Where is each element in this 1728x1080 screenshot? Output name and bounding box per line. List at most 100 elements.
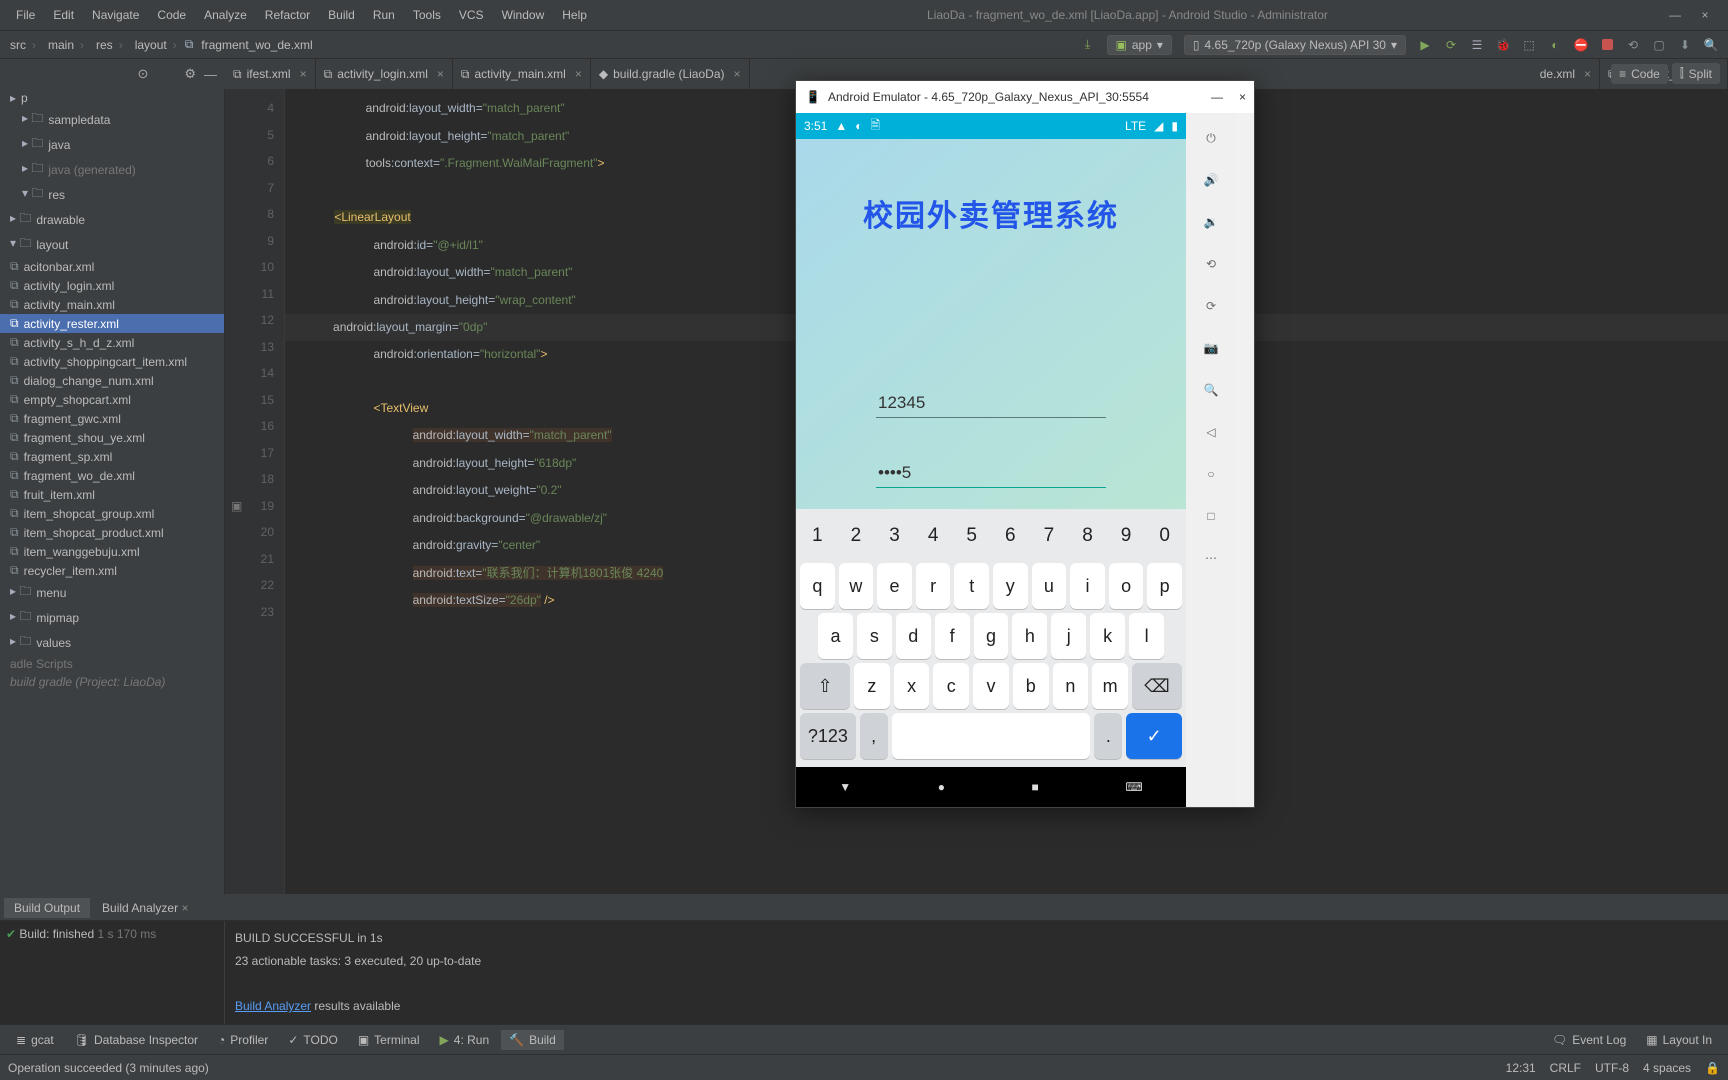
menu-refactor[interactable]: Refactor (257, 5, 318, 25)
tree-item[interactable]: ▸ 🗀menu (0, 580, 224, 605)
key-l[interactable]: l (1129, 613, 1164, 659)
soft-keyboard[interactable]: 1 2 3 4 5 6 7 8 9 0 q w e r t y (796, 509, 1186, 767)
split-mode-button[interactable]: ⫿Split (1672, 63, 1720, 84)
more-icon[interactable]: ⋯ (1200, 547, 1222, 569)
camera-icon[interactable]: 📷 (1200, 337, 1222, 359)
menu-vcs[interactable]: VCS (451, 5, 492, 25)
tree-root[interactable]: ▸p (0, 89, 224, 107)
key-8[interactable]: 8 (1070, 513, 1105, 559)
tab-activity-main[interactable]: ⧉activity_main.xml× (453, 59, 591, 89)
key-a[interactable]: a (818, 613, 853, 659)
key-z[interactable]: z (854, 663, 890, 709)
coverage-icon[interactable]: ⬚ (1518, 34, 1540, 56)
search-icon[interactable]: 🔍 (1700, 34, 1722, 56)
crumb-src[interactable]: src (6, 38, 40, 52)
volume-down-icon[interactable]: 🔉 (1200, 211, 1222, 233)
key-comma[interactable]: , (860, 713, 888, 759)
settings-icon[interactable]: ⚙ (184, 66, 196, 82)
build-console[interactable]: BUILD SUCCESSFUL in 1s 23 actionable tas… (225, 921, 1728, 1024)
emulator-close-button[interactable]: × (1239, 90, 1246, 104)
username-field[interactable]: 12345 (876, 389, 1106, 418)
tree-item[interactable]: ⧉item_shopcat_group.xml (0, 504, 224, 523)
rotate-right-icon[interactable]: ⟳ (1200, 295, 1222, 317)
menu-navigate[interactable]: Navigate (84, 5, 147, 25)
tree-item-selected[interactable]: ⧉activity_rester.xml (0, 314, 224, 333)
key-shift[interactable]: ⇧ (800, 663, 850, 709)
key-b[interactable]: b (1013, 663, 1049, 709)
close-icon[interactable]: × (734, 67, 741, 81)
tool-profiler[interactable]: ◔Profiler (210, 1030, 276, 1050)
crumb-main[interactable]: main (44, 38, 88, 52)
layout-inspector-icon[interactable]: ☰ (1466, 34, 1488, 56)
menu-run[interactable]: Run (365, 5, 403, 25)
run-button-icon[interactable]: ▶ (1414, 34, 1436, 56)
menu-window[interactable]: Window (494, 5, 553, 25)
key-c[interactable]: c (933, 663, 969, 709)
key-f[interactable]: f (935, 613, 970, 659)
project-tree[interactable]: ▸p ▸ 🗀sampledata ▸ 🗀java ▸ 🗀java (genera… (0, 89, 225, 1024)
tree-item[interactable]: ▾ 🗀res (0, 182, 224, 207)
code-mode-button[interactable]: ≡Code (1611, 64, 1668, 84)
key-j[interactable]: j (1051, 613, 1086, 659)
key-6[interactable]: 6 (993, 513, 1028, 559)
tool-todo[interactable]: ✓TODO (280, 1030, 346, 1050)
sdk-manager-icon[interactable]: ⬇ (1674, 34, 1696, 56)
sync-gradle-icon[interactable]: ⟲ (1622, 34, 1644, 56)
key-w[interactable]: w (839, 563, 874, 609)
tree-item[interactable]: ⧉fragment_sp.xml (0, 447, 224, 466)
project-target-icon[interactable]: ⊙ (137, 66, 148, 82)
key-g[interactable]: g (974, 613, 1009, 659)
tab-build-analyzer[interactable]: Build Analyzer × (92, 898, 198, 918)
close-icon[interactable]: × (300, 67, 307, 81)
key-d[interactable]: d (896, 613, 931, 659)
nav-keyboard-icon[interactable]: ⌨ (1125, 780, 1142, 794)
tree-item[interactable]: ⧉fruit_item.xml (0, 485, 224, 504)
tab-build-gradle[interactable]: ◆build.gradle (LiaoDa)× (591, 59, 750, 89)
overview-icon[interactable]: □ (1200, 505, 1222, 527)
tree-item[interactable]: ⧉empty_shopcart.xml (0, 390, 224, 409)
key-9[interactable]: 9 (1109, 513, 1144, 559)
key-2[interactable]: 2 (839, 513, 874, 559)
profile-icon[interactable]: ◐ (1544, 34, 1566, 56)
key-enter[interactable]: ✓ (1126, 713, 1182, 759)
key-p[interactable]: p (1147, 563, 1182, 609)
nav-recent-icon[interactable]: ■ (1032, 780, 1039, 794)
key-h[interactable]: h (1012, 613, 1047, 659)
tool-run[interactable]: ▶4: Run (432, 1030, 498, 1050)
key-m[interactable]: m (1092, 663, 1128, 709)
menu-edit[interactable]: Edit (45, 5, 82, 25)
window-minimize-button[interactable]: — (1660, 8, 1690, 22)
volume-up-icon[interactable]: 🔊 (1200, 169, 1222, 191)
tool-layout-inspector[interactable]: ▦Layout In (1638, 1030, 1720, 1050)
emulator-window[interactable]: 📱 Android Emulator - 4.65_720p_Galaxy_Ne… (795, 80, 1255, 808)
tree-item[interactable]: ▸ 🗀sampledata (0, 107, 224, 132)
menu-analyze[interactable]: Analyze (196, 5, 255, 25)
key-1[interactable]: 1 (800, 513, 835, 559)
tool-event-log[interactable]: 🗨Event Log (1544, 1030, 1634, 1050)
tab-manifest[interactable]: ⧉ifest.xml× (225, 59, 316, 89)
nav-home-icon[interactable]: ● (938, 780, 945, 794)
tree-item[interactable]: adle Scripts (0, 655, 224, 673)
emulator-screen[interactable]: 3:51 ▲ ◐ 🗎 LTE ◢ ▮ 校园外卖管理系统 12345 ••••5 … (796, 113, 1186, 807)
zoom-icon[interactable]: 🔍 (1200, 379, 1222, 401)
tree-item[interactable]: ⧉fragment_gwc.xml (0, 409, 224, 428)
menu-help[interactable]: Help (554, 5, 595, 25)
tree-item[interactable]: build gradle (Project: LiaoDa) (0, 673, 224, 691)
line-ending[interactable]: CRLF (1550, 1061, 1581, 1075)
tree-item[interactable]: ⧉acitonbar.xml (0, 257, 224, 276)
tree-item[interactable]: ▸ 🗀values (0, 630, 224, 655)
tab-de[interactable]: de.xml× (1532, 59, 1600, 89)
close-icon[interactable]: × (575, 67, 582, 81)
avd-manager-icon[interactable]: ▢ (1648, 34, 1670, 56)
close-icon[interactable]: × (1584, 67, 1591, 81)
key-y[interactable]: y (993, 563, 1028, 609)
tree-item[interactable]: ▸ 🗀mipmap (0, 605, 224, 630)
tree-item[interactable]: ⧉dialog_change_num.xml (0, 371, 224, 390)
tree-item[interactable]: ⧉activity_s_h_d_z.xml (0, 333, 224, 352)
rotate-left-icon[interactable]: ⟲ (1200, 253, 1222, 275)
tab-build-output[interactable]: Build Output (4, 898, 90, 918)
build-analyzer-link[interactable]: Build Analyzer (235, 999, 311, 1013)
crumb-file[interactable]: fragment_wo_de.xml (197, 38, 316, 52)
key-n[interactable]: n (1053, 663, 1089, 709)
tree-item[interactable]: ▸ 🗀java (0, 132, 224, 157)
